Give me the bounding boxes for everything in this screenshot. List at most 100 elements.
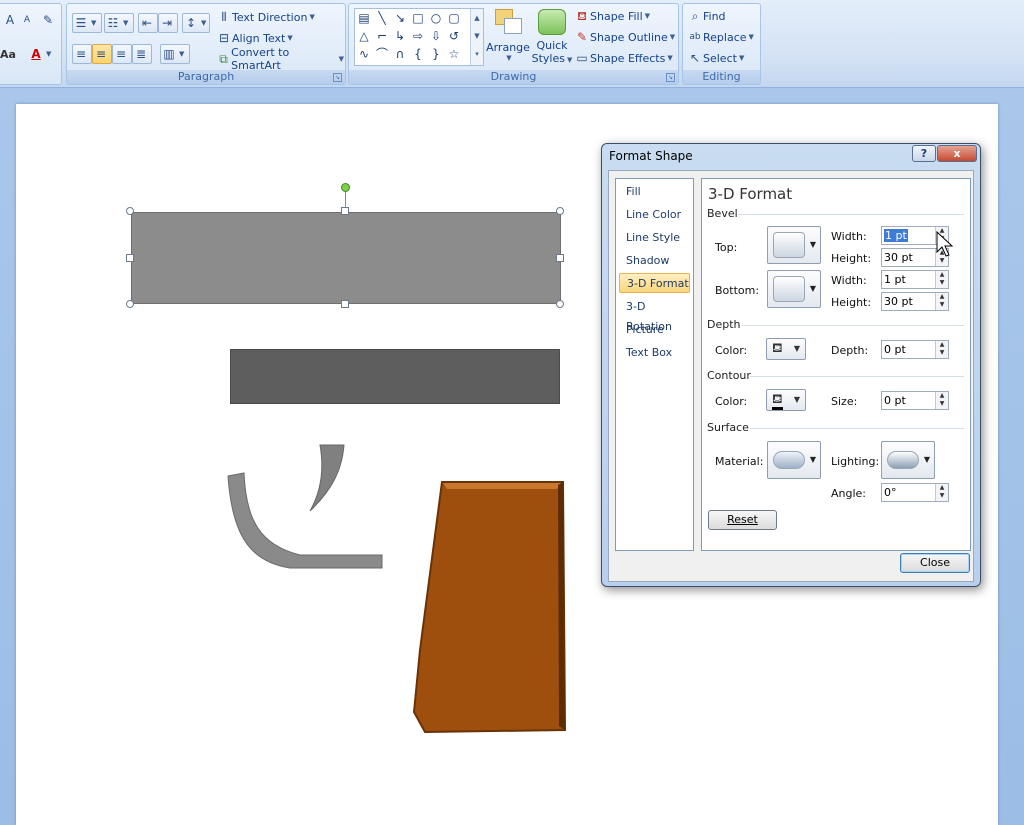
select-button[interactable]: ↖ Select ▼ bbox=[686, 48, 756, 68]
columns-button[interactable]: ▥ ▼ bbox=[160, 44, 190, 64]
contour-size-value: 0 pt bbox=[884, 394, 906, 407]
resize-handle-bottom-right[interactable] bbox=[556, 300, 564, 308]
numbering-button[interactable]: ☷ ▼ bbox=[104, 13, 134, 33]
pencil-icon: ✎ bbox=[576, 30, 588, 44]
bevel-top-dropdown[interactable]: ▼ bbox=[767, 226, 821, 264]
clear-format-button[interactable]: ✎ bbox=[39, 10, 57, 30]
bullets-button[interactable]: ☰ ▼ bbox=[72, 13, 102, 33]
shape-fill-button[interactable]: ⛾ Shape Fill ▼ bbox=[573, 6, 678, 26]
mouse-cursor-icon bbox=[936, 231, 954, 257]
decrease-indent-button[interactable]: ⇤ bbox=[138, 13, 158, 33]
left-brace-shape-icon[interactable]: { bbox=[411, 47, 425, 61]
category-picture[interactable]: Picture bbox=[619, 320, 690, 340]
help-button[interactable]: ? bbox=[912, 145, 936, 162]
chevron-down-icon: ▼ bbox=[506, 54, 512, 62]
freeform-shape-icon[interactable]: ↺ bbox=[447, 29, 461, 43]
quick-styles-button[interactable]: Quick Styles ▼ bbox=[530, 5, 574, 69]
elbow-arrow-shape-icon[interactable]: ↳ bbox=[393, 29, 407, 43]
drawing-dialog-launcher[interactable]: ↘ bbox=[666, 73, 675, 82]
shapes-gallery[interactable]: ▤ ╲ ↘ □ ○ ▢ △ ⌐ ↳ ⇨ ⇩ ↺ ∿ ⌒ ∩ { } ☆ ▲ ▼ ▾ bbox=[354, 8, 484, 66]
material-dropdown[interactable]: ▼ bbox=[767, 441, 821, 479]
line-spacing-button[interactable]: ↕ ▼ bbox=[182, 13, 210, 33]
spinner-arrows[interactable]: ▲▼ bbox=[935, 271, 948, 288]
justify-icon: ≣ bbox=[135, 47, 147, 61]
replace-button[interactable]: ab Replace ▼ bbox=[686, 27, 758, 47]
bevel-bottom-width-input[interactable]: 1 pt ▲ ▼ bbox=[881, 270, 949, 289]
text-direction-button[interactable]: ⫴ Text Direction ▼ bbox=[215, 7, 343, 27]
right-arrow-shape-icon[interactable]: ⇨ bbox=[411, 29, 425, 43]
angle-input[interactable]: 0° ▲ ▼ bbox=[881, 483, 949, 502]
category-shadow[interactable]: Shadow bbox=[619, 251, 690, 271]
star-shape-icon[interactable]: ☆ bbox=[447, 47, 461, 61]
bevel-bottom-height-input[interactable]: 30 pt ▲ ▼ bbox=[881, 292, 949, 311]
textbox-shape-icon[interactable]: ▤ bbox=[357, 11, 371, 25]
justify-button[interactable]: ≣ bbox=[132, 44, 152, 64]
align-text-button[interactable]: ⊟ Align Text ▼ bbox=[215, 28, 343, 48]
grow-font-button[interactable]: A bbox=[1, 10, 19, 30]
resize-handle-bottom[interactable] bbox=[341, 300, 349, 308]
resize-handle-left[interactable] bbox=[126, 254, 134, 262]
category-text-box[interactable]: Text Box bbox=[619, 343, 690, 363]
contour-color-button[interactable]: ⛾ ▼ bbox=[766, 389, 806, 411]
category-3d-format[interactable]: 3-D Format bbox=[619, 273, 690, 293]
resize-handle-top[interactable] bbox=[341, 207, 349, 215]
scribble-shape-icon[interactable]: ∿ bbox=[357, 47, 371, 61]
elbow-connector-shape-icon[interactable]: ⌐ bbox=[375, 29, 389, 43]
curve-shape-icon[interactable]: ⌒ bbox=[375, 47, 389, 61]
bullets-icon: ☰ bbox=[75, 16, 87, 30]
paragraph-dialog-launcher[interactable]: ↘ bbox=[333, 73, 342, 82]
depth-color-button[interactable]: ⛾ ▼ bbox=[766, 338, 806, 360]
spinner-arrows[interactable]: ▲▼ bbox=[935, 392, 948, 409]
find-button[interactable]: ⌕ Find bbox=[686, 6, 756, 26]
font-color-button[interactable]: A ▼ bbox=[27, 44, 55, 64]
shape-effects-button[interactable]: ▭ Shape Effects ▼ bbox=[573, 48, 678, 68]
rounded-rect-shape-icon[interactable]: ▢ bbox=[447, 11, 461, 25]
category-3d-rotation[interactable]: 3-D Rotation bbox=[619, 297, 690, 333]
rotation-handle[interactable] bbox=[341, 183, 350, 192]
change-case-button[interactable]: Aa bbox=[0, 44, 21, 64]
right-brace-shape-icon[interactable]: } bbox=[429, 47, 443, 61]
reset-button[interactable]: Reset bbox=[708, 510, 777, 530]
line-shape-icon[interactable]: ╲ bbox=[375, 11, 389, 25]
arrange-button[interactable]: Arrange ▼ bbox=[486, 5, 530, 69]
arc-shape-icon[interactable]: ∩ bbox=[393, 47, 407, 61]
gallery-scroll[interactable]: ▲ ▼ ▾ bbox=[470, 9, 483, 65]
angle-value: 0° bbox=[884, 486, 897, 499]
spinner-arrows[interactable]: ▲▼ bbox=[935, 341, 948, 358]
increase-indent-button[interactable]: ⇥ bbox=[158, 13, 178, 33]
align-left-button[interactable]: ≡ bbox=[72, 44, 92, 64]
oval-shape-icon[interactable]: ○ bbox=[429, 11, 443, 25]
align-right-button[interactable]: ≡ bbox=[112, 44, 132, 64]
resize-handle-top-right[interactable] bbox=[556, 207, 564, 215]
editing-group-label: Editing bbox=[683, 70, 760, 84]
category-fill[interactable]: Fill bbox=[619, 182, 690, 202]
resize-handle-top-left[interactable] bbox=[126, 207, 134, 215]
title-close-button[interactable]: x bbox=[937, 145, 977, 162]
category-label: Line Style bbox=[626, 231, 681, 244]
bevel-bottom-dropdown[interactable]: ▼ bbox=[767, 270, 821, 308]
bevel-top-height-label: Height: bbox=[831, 252, 872, 265]
spinner-arrows[interactable]: ▲▼ bbox=[935, 293, 948, 310]
contour-size-input[interactable]: 0 pt ▲ ▼ bbox=[881, 391, 949, 410]
triangle-shape-icon[interactable]: △ bbox=[357, 29, 371, 43]
shrink-font-button[interactable]: A bbox=[19, 10, 35, 30]
shape-outline-button[interactable]: ✎ Shape Outline ▼ bbox=[573, 27, 678, 47]
category-line-style[interactable]: Line Style bbox=[619, 228, 690, 248]
arrow-line-shape-icon[interactable]: ↘ bbox=[393, 11, 407, 25]
font-color-icon: A bbox=[31, 47, 41, 61]
material-label: Material: bbox=[715, 455, 764, 468]
close-button[interactable]: Close bbox=[900, 553, 970, 573]
depth-input[interactable]: 0 pt ▲ ▼ bbox=[881, 340, 949, 359]
rectangle-shape-icon[interactable]: □ bbox=[411, 11, 425, 25]
down-arrow-shape-icon[interactable]: ⇩ bbox=[429, 29, 443, 43]
spinner-arrows[interactable]: ▲▼ bbox=[935, 484, 948, 501]
lighting-dropdown[interactable]: ▼ bbox=[881, 441, 935, 479]
align-center-button[interactable]: ≡ bbox=[92, 44, 112, 64]
resize-handle-bottom-left[interactable] bbox=[126, 300, 134, 308]
resize-handle-right[interactable] bbox=[556, 254, 564, 262]
dark-rectangle-shape[interactable] bbox=[230, 349, 560, 404]
selected-rectangle-shape[interactable] bbox=[131, 212, 561, 304]
convert-smartart-button[interactable]: ⧉ Convert to SmartArt ▼ bbox=[215, 46, 345, 72]
category-line-color[interactable]: Line Color bbox=[619, 205, 690, 225]
chevron-down-icon: ▼ bbox=[91, 19, 97, 27]
